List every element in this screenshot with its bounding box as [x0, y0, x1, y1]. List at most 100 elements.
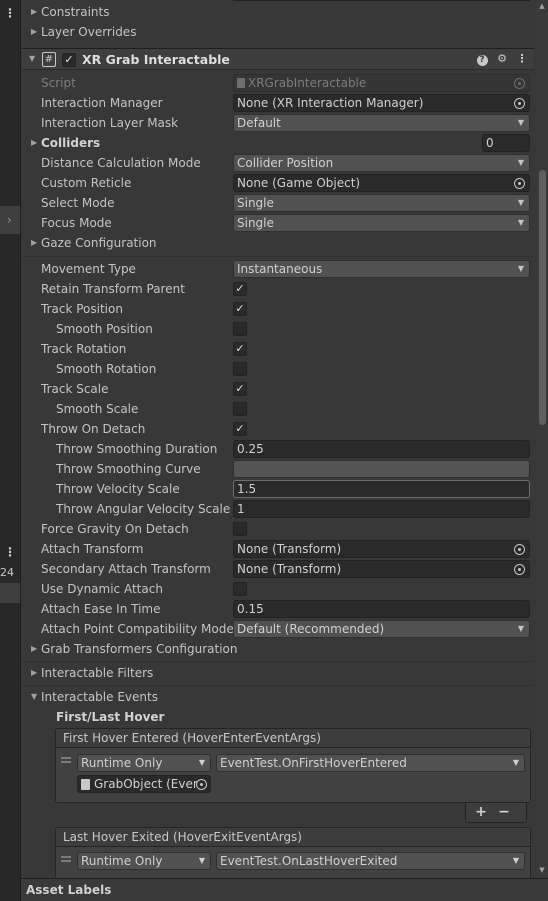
track-position-row: Track Position ✓ — [22, 299, 534, 319]
function-dropdown[interactable]: EventTest.OnLastHoverExited ▼ — [216, 852, 525, 870]
force-gravity-on-detach-checkbox[interactable] — [233, 522, 247, 536]
throw-smoothing-curve-field[interactable] — [233, 460, 530, 478]
distance-calculation-mode-dropdown[interactable]: Collider Position ▼ — [233, 154, 530, 172]
drag-handle-icon[interactable] — [61, 856, 71, 862]
preset-settings-icon[interactable]: ⚙ — [495, 52, 509, 66]
object-picker-icon[interactable] — [514, 178, 525, 189]
gaze-configuration-foldout[interactable]: ▶ Gaze Configuration — [22, 233, 534, 253]
colliders-foldout[interactable]: ▶ Colliders 0 — [22, 133, 534, 153]
object-picker-icon[interactable] — [514, 98, 525, 109]
smooth-rotation-row: Smooth Rotation — [22, 359, 534, 379]
attach-ease-in-time-label: Attach Ease In Time — [41, 602, 161, 616]
drag-handle-icon[interactable] — [61, 757, 71, 763]
attach-point-compatibility-mode-label: Attach Point Compatibility Mode — [41, 622, 234, 636]
scrollbar-thumb[interactable] — [539, 170, 546, 425]
asset-labels-bar[interactable]: Asset Labels — [21, 878, 548, 901]
throw-angular-velocity-scale-label: Throw Angular Velocity Scale — [56, 502, 231, 516]
retain-transform-parent-checkbox[interactable]: ✓ — [233, 282, 247, 296]
chevron-down-icon: ▼ — [517, 118, 524, 127]
side-count: 24 — [0, 566, 14, 579]
event-listener-list: Runtime Only ▼ EventTest.OnFirstHoverEnt… — [56, 748, 530, 802]
grab-transformers-configuration-foldout[interactable]: ▶ Grab Transformers Configuration — [22, 639, 534, 659]
distance-calculation-mode-row: Distance Calculation Mode Collider Posit… — [22, 153, 534, 173]
layer-overrides-foldout[interactable]: ▶ Layer Overrides — [22, 22, 534, 42]
fold-right-icon[interactable]: ▶ — [31, 2, 37, 22]
custom-reticle-field[interactable]: None (Game Object) — [233, 174, 530, 192]
track-scale-row: Track Scale ✓ — [22, 379, 534, 399]
first-last-hover-title: First/Last Hover — [56, 710, 165, 724]
gaze-configuration-label: Gaze Configuration — [41, 236, 157, 250]
track-rotation-checkbox[interactable]: ✓ — [233, 342, 247, 356]
fold-right-icon[interactable]: ▶ — [31, 663, 37, 683]
component-header[interactable]: ▼ # ✓ XR Grab Interactable ? ⚙ ⋮ — [22, 48, 534, 70]
focus-mode-value: Single — [237, 216, 274, 230]
panel-menu-icon[interactable]: ⋮ — [0, 4, 20, 22]
attach-point-compatibility-mode-value: Default (Recommended) — [237, 622, 385, 636]
throw-on-detach-checkbox[interactable]: ✓ — [233, 422, 247, 436]
smooth-position-checkbox[interactable] — [233, 322, 247, 336]
colliders-size-field[interactable]: 0 — [482, 134, 530, 152]
attach-ease-in-time-row: Attach Ease In Time 0.15 — [22, 599, 534, 619]
movement-type-dropdown[interactable]: Instantaneous ▼ — [233, 260, 530, 278]
function-dropdown[interactable]: EventTest.OnFirstHoverEntered ▼ — [216, 754, 525, 772]
panel-menu-icon-lower[interactable]: ⋮ — [0, 543, 20, 561]
object-picker-icon[interactable] — [196, 779, 207, 790]
divider — [22, 661, 534, 662]
script-file-icon — [81, 779, 90, 790]
object-picker-icon[interactable] — [514, 564, 525, 575]
help-icon[interactable]: ? — [475, 52, 489, 66]
movement-type-label: Movement Type — [41, 262, 136, 276]
attach-point-compatibility-mode-dropdown[interactable]: Default (Recommended) ▼ — [233, 620, 530, 638]
fold-right-icon[interactable]: ▶ — [31, 639, 37, 659]
chevron-down-icon: ▼ — [198, 856, 205, 865]
track-scale-checkbox[interactable]: ✓ — [233, 382, 247, 396]
component-enabled-checkbox[interactable]: ✓ — [62, 53, 76, 67]
attach-ease-in-time-field[interactable]: 0.15 — [233, 600, 530, 618]
fold-down-icon[interactable]: ▼ — [29, 54, 35, 63]
runtime-mode-dropdown[interactable]: Runtime Only ▼ — [77, 754, 211, 772]
throw-smoothing-duration-row: Throw Smoothing Duration 0.25 — [22, 439, 534, 459]
fold-right-icon[interactable]: ▶ — [31, 233, 37, 253]
select-mode-dropdown[interactable]: Single ▼ — [233, 194, 530, 212]
interactable-filters-foldout[interactable]: ▶ Interactable Filters — [22, 663, 534, 683]
force-gravity-on-detach-label: Force Gravity On Detach — [41, 522, 189, 536]
constraints-foldout[interactable]: ▶ Constraints — [22, 2, 534, 22]
chevron-down-icon: ▼ — [512, 856, 519, 865]
divider — [22, 685, 534, 686]
target-object-field[interactable]: GrabObject (Even — [77, 775, 211, 793]
interaction-manager-field[interactable]: None (XR Interaction Manager) — [233, 94, 530, 112]
focus-mode-dropdown[interactable]: Single ▼ — [233, 214, 530, 232]
smooth-rotation-checkbox[interactable] — [233, 362, 247, 376]
throw-angular-velocity-scale-field[interactable]: 1 — [233, 500, 530, 518]
fold-right-icon[interactable]: ▶ — [31, 22, 37, 42]
scroll-down-icon[interactable]: ▼ — [536, 866, 548, 874]
movement-type-row: Movement Type Instantaneous ▼ — [22, 259, 534, 279]
first-hover-entered-event: First Hover Entered (HoverEnterEventArgs… — [55, 728, 531, 803]
runtime-mode-dropdown[interactable]: Runtime Only ▼ — [77, 852, 211, 870]
remove-listener-button[interactable]: − — [494, 803, 514, 821]
interaction-layer-mask-dropdown[interactable]: Default ▼ — [233, 114, 530, 132]
smooth-scale-checkbox[interactable] — [233, 402, 247, 416]
secondary-attach-transform-field[interactable]: None (Transform) — [233, 560, 530, 578]
interactable-events-foldout[interactable]: ▼ Interactable Events — [22, 687, 534, 707]
use-dynamic-attach-checkbox[interactable] — [233, 582, 247, 596]
throw-smoothing-duration-field[interactable]: 0.25 — [233, 440, 530, 458]
interactable-filters-label: Interactable Filters — [41, 666, 154, 680]
vertical-scrollbar[interactable] — [536, 0, 548, 878]
track-position-checkbox[interactable]: ✓ — [233, 302, 247, 316]
fold-right-icon[interactable]: ▶ — [31, 133, 37, 153]
attach-transform-field[interactable]: None (Transform) — [233, 540, 530, 558]
add-listener-button[interactable]: + — [471, 803, 491, 821]
attach-ease-in-time-value: 0.15 — [237, 602, 264, 616]
object-picker-icon[interactable] — [514, 544, 525, 555]
left-panel-strip: ⋮ › ⋮ 24 — [0, 0, 21, 901]
chevron-down-icon: ▼ — [198, 758, 205, 767]
throw-velocity-scale-field[interactable]: 1.5 — [233, 480, 530, 498]
expand-panel-icon[interactable]: › — [7, 213, 12, 227]
smooth-scale-label: Smooth Scale — [56, 402, 139, 416]
component-menu-icon[interactable]: ⋮ — [515, 52, 529, 66]
fold-down-icon[interactable]: ▼ — [31, 687, 37, 707]
scroll-up-icon[interactable]: ▲ — [536, 2, 548, 10]
divider — [22, 256, 534, 257]
throw-smoothing-curve-row: Throw Smoothing Curve — [22, 459, 534, 479]
